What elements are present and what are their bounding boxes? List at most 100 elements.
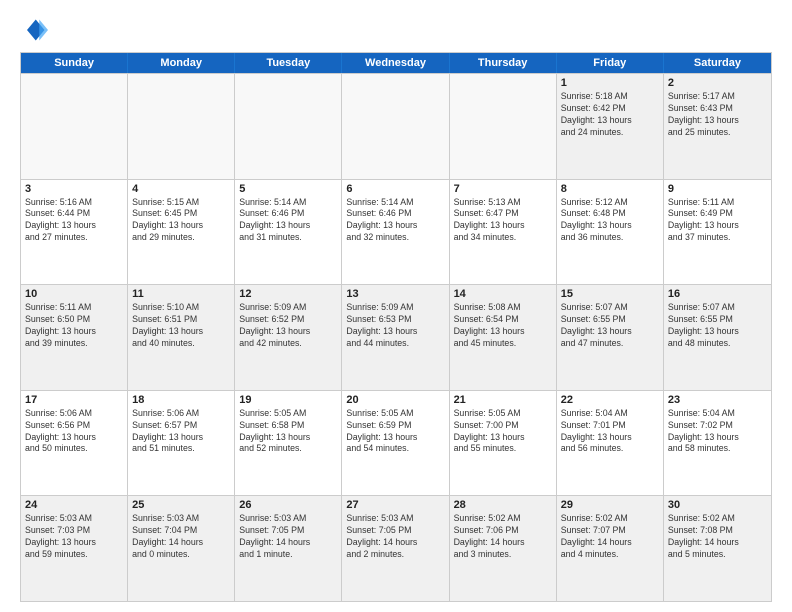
header-monday: Monday (128, 53, 235, 73)
day-number: 22 (561, 394, 659, 406)
header-tuesday: Tuesday (235, 53, 342, 73)
cal-cell: 7 Sunrise: 5:13 AM Sunset: 6:47 PM Daylig… (450, 180, 557, 285)
day-info: Sunrise: 5:15 AM Sunset: 6:45 PM Dayligh… (132, 197, 230, 245)
calendar-row-1: 1 Sunrise: 5:18 AM Sunset: 6:42 PM Daylig… (21, 73, 771, 179)
day-number: 5 (239, 183, 337, 195)
day-number: 10 (25, 288, 123, 300)
cal-cell: 16 Sunrise: 5:07 AM Sunset: 6:55 PM Dayli… (664, 285, 771, 390)
cal-cell (342, 74, 449, 179)
cal-cell: 4 Sunrise: 5:15 AM Sunset: 6:45 PM Daylig… (128, 180, 235, 285)
day-info: Sunrise: 5:02 AM Sunset: 7:08 PM Dayligh… (668, 513, 767, 561)
cal-cell: 3 Sunrise: 5:16 AM Sunset: 6:44 PM Daylig… (21, 180, 128, 285)
day-info: Sunrise: 5:18 AM Sunset: 6:42 PM Dayligh… (561, 91, 659, 139)
cal-cell: 25 Sunrise: 5:03 AM Sunset: 7:04 PM Dayli… (128, 496, 235, 601)
cal-cell: 27 Sunrise: 5:03 AM Sunset: 7:05 PM Dayli… (342, 496, 449, 601)
day-number: 13 (346, 288, 444, 300)
day-number: 25 (132, 499, 230, 511)
day-number: 20 (346, 394, 444, 406)
cal-cell: 15 Sunrise: 5:07 AM Sunset: 6:55 PM Dayli… (557, 285, 664, 390)
cal-cell: 18 Sunrise: 5:06 AM Sunset: 6:57 PM Dayli… (128, 391, 235, 496)
cal-cell: 30 Sunrise: 5:02 AM Sunset: 7:08 PM Dayli… (664, 496, 771, 601)
cal-cell (235, 74, 342, 179)
logo-icon (20, 16, 48, 44)
day-number: 15 (561, 288, 659, 300)
day-info: Sunrise: 5:06 AM Sunset: 6:57 PM Dayligh… (132, 408, 230, 456)
day-info: Sunrise: 5:09 AM Sunset: 6:52 PM Dayligh… (239, 302, 337, 350)
day-info: Sunrise: 5:04 AM Sunset: 7:02 PM Dayligh… (668, 408, 767, 456)
day-number: 4 (132, 183, 230, 195)
cal-cell: 21 Sunrise: 5:05 AM Sunset: 7:00 PM Dayli… (450, 391, 557, 496)
cal-cell: 5 Sunrise: 5:14 AM Sunset: 6:46 PM Daylig… (235, 180, 342, 285)
cal-cell: 11Sunrise: 5:10 AM Sunset: 6:51 PM Dayli… (128, 285, 235, 390)
calendar-row-3: 10 Sunrise: 5:11 AM Sunset: 6:50 PM Dayli… (21, 284, 771, 390)
day-number: 19 (239, 394, 337, 406)
day-info: Sunrise: 5:11 AM Sunset: 6:49 PM Dayligh… (668, 197, 767, 245)
day-info: Sunrise: 5:05 AM Sunset: 6:59 PM Dayligh… (346, 408, 444, 456)
cal-cell: 10 Sunrise: 5:11 AM Sunset: 6:50 PM Dayli… (21, 285, 128, 390)
cal-cell: 8 Sunrise: 5:12 AM Sunset: 6:48 PM Daylig… (557, 180, 664, 285)
day-info: Sunrise: 5:13 AM Sunset: 6:47 PM Dayligh… (454, 197, 552, 245)
day-info: Sunrise: 5:09 AM Sunset: 6:53 PM Dayligh… (346, 302, 444, 350)
day-number: 1 (561, 77, 659, 89)
day-number: 8 (561, 183, 659, 195)
cal-cell: 17 Sunrise: 5:06 AM Sunset: 6:56 PM Dayli… (21, 391, 128, 496)
day-info: Sunrise: 5:14 AM Sunset: 6:46 PM Dayligh… (239, 197, 337, 245)
header-friday: Friday (557, 53, 664, 73)
day-info: Sunrise: 5:17 AM Sunset: 6:43 PM Dayligh… (668, 91, 767, 139)
page: Sunday Monday Tuesday Wednesday Thursday… (0, 0, 792, 612)
cal-cell: 2 Sunrise: 5:17 AM Sunset: 6:43 PM Daylig… (664, 74, 771, 179)
day-info: Sunrise: 5:07 AM Sunset: 6:55 PM Dayligh… (561, 302, 659, 350)
day-info: Sunrise: 5:03 AM Sunset: 7:03 PM Dayligh… (25, 513, 123, 561)
calendar: Sunday Monday Tuesday Wednesday Thursday… (20, 52, 772, 602)
day-number: 26 (239, 499, 337, 511)
calendar-row-4: 17 Sunrise: 5:06 AM Sunset: 6:56 PM Dayli… (21, 390, 771, 496)
day-info: Sunrise: 5:03 AM Sunset: 7:05 PM Dayligh… (346, 513, 444, 561)
cal-cell: 28 Sunrise: 5:02 AM Sunset: 7:06 PM Dayli… (450, 496, 557, 601)
day-number: 17 (25, 394, 123, 406)
day-info: Sunrise: 5:04 AM Sunset: 7:01 PM Dayligh… (561, 408, 659, 456)
day-number: 18 (132, 394, 230, 406)
day-info: Sunrise: 5:02 AM Sunset: 7:06 PM Dayligh… (454, 513, 552, 561)
day-info: Sunrise: 5:05 AM Sunset: 7:00 PM Dayligh… (454, 408, 552, 456)
day-number: 29 (561, 499, 659, 511)
cal-cell: 14Sunrise: 5:08 AM Sunset: 6:54 PM Dayli… (450, 285, 557, 390)
day-info: Sunrise: 5:11 AM Sunset: 6:50 PM Dayligh… (25, 302, 123, 350)
day-info: Sunrise: 5:06 AM Sunset: 6:56 PM Dayligh… (25, 408, 123, 456)
cal-cell: 23Sunrise: 5:04 AM Sunset: 7:02 PM Dayli… (664, 391, 771, 496)
cal-cell (21, 74, 128, 179)
calendar-row-2: 3 Sunrise: 5:16 AM Sunset: 6:44 PM Daylig… (21, 179, 771, 285)
day-info: Sunrise: 5:16 AM Sunset: 6:44 PM Dayligh… (25, 197, 123, 245)
cal-cell: 24 Sunrise: 5:03 AM Sunset: 7:03 PM Dayli… (21, 496, 128, 601)
logo (20, 16, 52, 44)
day-number: 6 (346, 183, 444, 195)
cal-cell: 22 Sunrise: 5:04 AM Sunset: 7:01 PM Dayli… (557, 391, 664, 496)
day-number: 16 (668, 288, 767, 300)
day-info: Sunrise: 5:14 AM Sunset: 6:46 PM Dayligh… (346, 197, 444, 245)
day-number: 7 (454, 183, 552, 195)
cal-cell: 9 Sunrise: 5:11 AM Sunset: 6:49 PM Daylig… (664, 180, 771, 285)
cal-cell: 26 Sunrise: 5:03 AM Sunset: 7:05 PM Dayli… (235, 496, 342, 601)
cal-cell: 13 Sunrise: 5:09 AM Sunset: 6:53 PM Dayli… (342, 285, 449, 390)
day-number: 30 (668, 499, 767, 511)
day-number: 27 (346, 499, 444, 511)
day-number: 9 (668, 183, 767, 195)
cal-cell (128, 74, 235, 179)
header-sunday: Sunday (21, 53, 128, 73)
cal-cell: 29Sunrise: 5:02 AM Sunset: 7:07 PM Dayli… (557, 496, 664, 601)
day-number: 28 (454, 499, 552, 511)
cal-cell: 1 Sunrise: 5:18 AM Sunset: 6:42 PM Daylig… (557, 74, 664, 179)
day-number: 3 (25, 183, 123, 195)
day-info: Sunrise: 5:03 AM Sunset: 7:05 PM Dayligh… (239, 513, 337, 561)
day-info: Sunrise: 5:12 AM Sunset: 6:48 PM Dayligh… (561, 197, 659, 245)
cal-cell: 19 Sunrise: 5:05 AM Sunset: 6:58 PM Dayli… (235, 391, 342, 496)
day-info: Sunrise: 5:05 AM Sunset: 6:58 PM Dayligh… (239, 408, 337, 456)
calendar-row-5: 24 Sunrise: 5:03 AM Sunset: 7:03 PM Dayli… (21, 495, 771, 601)
cal-cell: 20 Sunrise: 5:05 AM Sunset: 6:59 PM Dayli… (342, 391, 449, 496)
day-number: 2 (668, 77, 767, 89)
day-number: 11 (132, 288, 230, 300)
day-number: 21 (454, 394, 552, 406)
day-number: 24 (25, 499, 123, 511)
day-info: Sunrise: 5:03 AM Sunset: 7:04 PM Dayligh… (132, 513, 230, 561)
day-info: Sunrise: 5:07 AM Sunset: 6:55 PM Dayligh… (668, 302, 767, 350)
day-info: Sunrise: 5:08 AM Sunset: 6:54 PM Dayligh… (454, 302, 552, 350)
